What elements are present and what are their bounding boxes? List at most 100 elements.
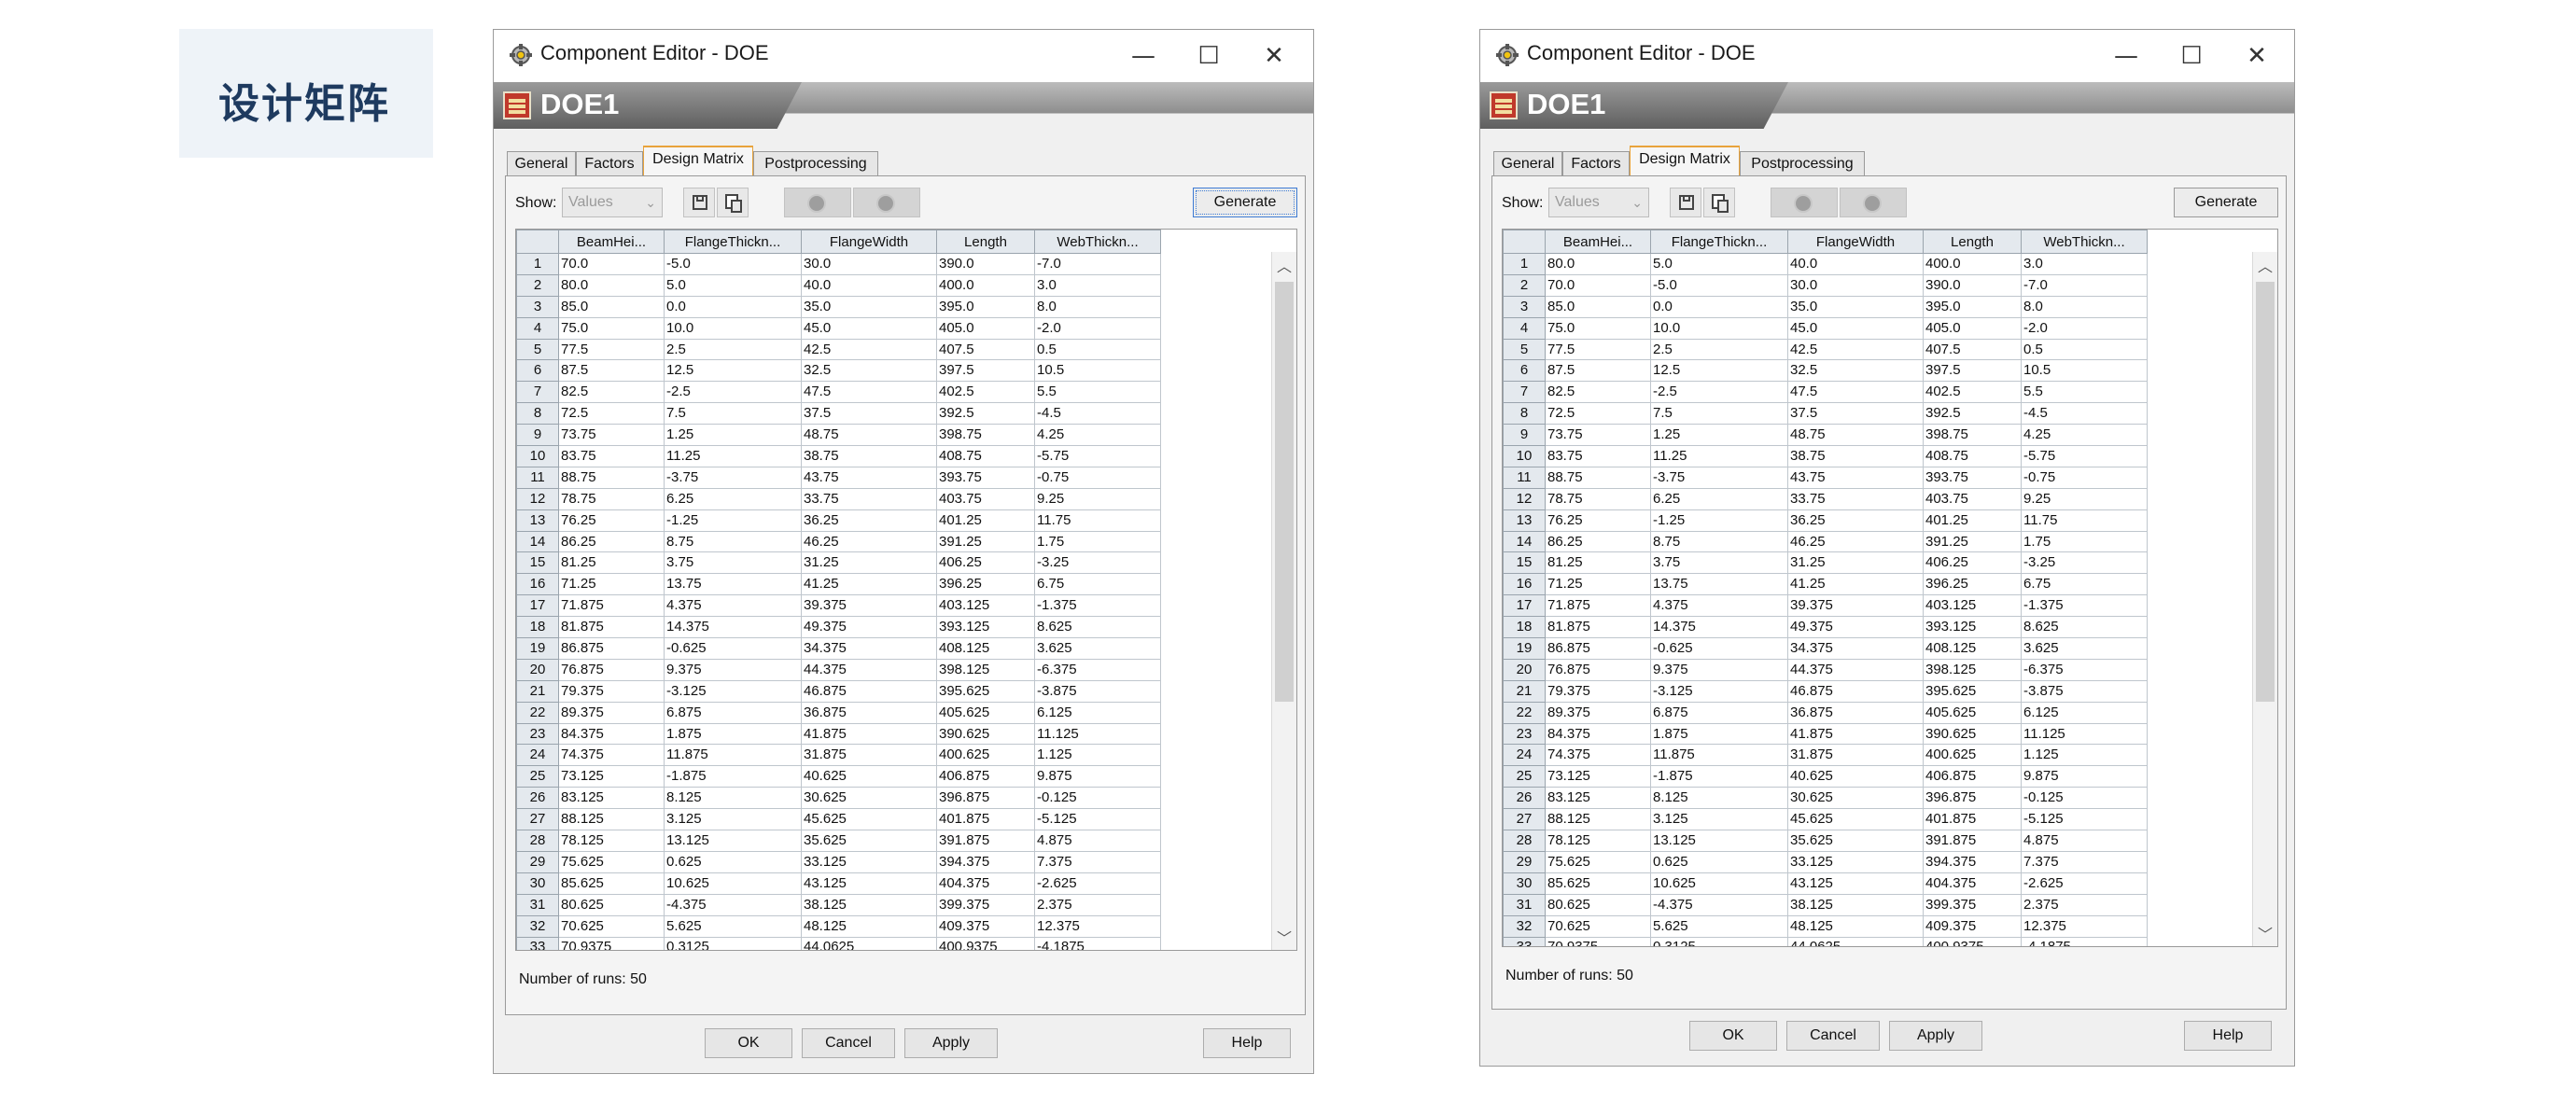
- table-cell[interactable]: 30.625: [801, 787, 937, 810]
- table-cell[interactable]: 401.875: [936, 808, 1035, 831]
- table-cell[interactable]: 5.0: [664, 273, 802, 297]
- row-number[interactable]: 2: [1503, 273, 1546, 297]
- table-cell[interactable]: 401.25: [1923, 509, 2022, 532]
- table-cell[interactable]: 0.0: [1650, 295, 1788, 318]
- table-cell[interactable]: 79.375: [558, 679, 665, 703]
- table-cell[interactable]: 41.25: [1787, 573, 1924, 596]
- table-cell[interactable]: -4.1875: [2021, 936, 2148, 946]
- copy-button[interactable]: [1703, 188, 1735, 217]
- table-cell[interactable]: -3.125: [1650, 679, 1788, 703]
- table-cell[interactable]: 80.625: [1545, 893, 1651, 916]
- scroll-thumb[interactable]: [2256, 282, 2275, 702]
- table-cell[interactable]: 13.75: [1650, 573, 1788, 596]
- table-cell[interactable]: 33.125: [1787, 850, 1924, 873]
- row-number[interactable]: 6: [516, 359, 559, 383]
- table-cell[interactable]: 3.0: [1034, 273, 1161, 297]
- scroll-down-icon[interactable]: ﹀: [1272, 926, 1296, 948]
- table-row[interactable]: 4 75.0 10.0 45.0 405.0 -2.0: [516, 316, 1161, 340]
- table-cell[interactable]: 1.25: [664, 424, 802, 447]
- table-cell[interactable]: -4.375: [1650, 893, 1788, 916]
- table-cell[interactable]: 75.0: [558, 316, 665, 340]
- table-cell[interactable]: 71.25: [558, 573, 665, 596]
- table-cell[interactable]: 35.0: [1787, 295, 1924, 318]
- table-row[interactable]: 2 70.0 -5.0 30.0 390.0 -7.0: [1503, 273, 2148, 297]
- table-cell[interactable]: 75.625: [558, 850, 665, 873]
- table-cell[interactable]: 0.625: [1650, 850, 1788, 873]
- tab-factors[interactable]: Factors: [576, 151, 643, 175]
- table-cell[interactable]: 37.5: [1787, 402, 1924, 425]
- table-cell[interactable]: -0.125: [2021, 787, 2148, 810]
- table-cell[interactable]: 390.625: [1923, 722, 2022, 746]
- table-cell[interactable]: 31.875: [1787, 744, 1924, 767]
- table-cell[interactable]: 75.625: [1545, 850, 1651, 873]
- table-cell[interactable]: 406.875: [936, 765, 1035, 788]
- table-cell[interactable]: 30.625: [1787, 787, 1924, 810]
- table-row[interactable]: 12 78.75 6.25 33.75 403.75 9.25: [1503, 487, 2148, 510]
- table-cell[interactable]: -6.375: [1034, 658, 1161, 681]
- table-cell[interactable]: 81.875: [1545, 616, 1651, 639]
- table-row[interactable]: 13 76.25 -1.25 36.25 401.25 11.75: [1503, 509, 2148, 532]
- table-cell[interactable]: 6.75: [2021, 573, 2148, 596]
- table-row[interactable]: 7 82.5 -2.5 47.5 402.5 5.5: [1503, 381, 2148, 404]
- table-cell[interactable]: -5.0: [1650, 273, 1788, 297]
- table-cell[interactable]: 8.125: [1650, 787, 1788, 810]
- table-cell[interactable]: 12.5: [664, 359, 802, 383]
- table-cell[interactable]: 4.25: [2021, 424, 2148, 447]
- table-cell[interactable]: 77.5: [1545, 338, 1651, 361]
- column-header[interactable]: BeamHei...: [558, 230, 665, 254]
- table-cell[interactable]: -1.875: [664, 765, 802, 788]
- table-cell[interactable]: 2.375: [1034, 893, 1161, 916]
- table-cell[interactable]: 7.375: [2021, 850, 2148, 873]
- table-row[interactable]: 5 77.5 2.5 42.5 407.5 0.5: [516, 338, 1161, 361]
- table-cell[interactable]: 396.25: [936, 573, 1035, 596]
- minimize-button[interactable]: —: [1125, 37, 1162, 75]
- row-number[interactable]: 32: [516, 914, 559, 938]
- title-bar[interactable]: Component Editor - DOE — ☐ ✕: [494, 30, 1313, 82]
- table-cell[interactable]: 32.5: [801, 359, 937, 383]
- row-number[interactable]: 29: [516, 850, 559, 873]
- table-cell[interactable]: 40.0: [1787, 253, 1924, 275]
- table-cell[interactable]: 76.25: [558, 509, 665, 532]
- help-button[interactable]: Help: [1203, 1028, 1291, 1058]
- row-number[interactable]: 4: [516, 316, 559, 340]
- table-cell[interactable]: 86.25: [558, 530, 665, 553]
- table-row[interactable]: 18 81.875 14.375 49.375 393.125 8.625: [516, 616, 1161, 639]
- table-row[interactable]: 32 70.625 5.625 48.125 409.375 12.375: [516, 914, 1161, 938]
- table-cell[interactable]: 4.375: [664, 594, 802, 618]
- table-cell[interactable]: 41.25: [801, 573, 937, 596]
- show-select[interactable]: Values ⌄: [562, 188, 663, 217]
- table-cell[interactable]: 40.625: [801, 765, 937, 788]
- column-header[interactable]: FlangeWidth: [801, 230, 937, 254]
- table-cell[interactable]: 85.0: [558, 295, 665, 318]
- table-cell[interactable]: -5.125: [1034, 808, 1161, 831]
- table-cell[interactable]: 405.625: [936, 701, 1035, 724]
- show-select[interactable]: Values ⌄: [1548, 188, 1649, 217]
- table-cell[interactable]: 81.25: [558, 551, 665, 575]
- row-number[interactable]: 9: [1503, 424, 1546, 447]
- table-cell[interactable]: 4.875: [2021, 830, 2148, 852]
- table-cell[interactable]: 6.125: [2021, 701, 2148, 724]
- row-number[interactable]: 30: [516, 872, 559, 895]
- table-cell[interactable]: 82.5: [1545, 381, 1651, 404]
- table-row[interactable]: 7 82.5 -2.5 47.5 402.5 5.5: [516, 381, 1161, 404]
- tab-general[interactable]: General: [1493, 151, 1562, 175]
- table-cell[interactable]: 45.0: [801, 316, 937, 340]
- table-cell[interactable]: -0.625: [664, 637, 802, 660]
- table-row[interactable]: 17 71.875 4.375 39.375 403.125 -1.375: [516, 594, 1161, 618]
- table-cell[interactable]: 38.125: [1787, 893, 1924, 916]
- row-number[interactable]: 12: [1503, 487, 1546, 510]
- table-cell[interactable]: 38.125: [801, 893, 937, 916]
- table-cell[interactable]: 76.875: [1545, 658, 1651, 681]
- table-cell[interactable]: -0.625: [1650, 637, 1788, 660]
- table-cell[interactable]: 78.75: [558, 487, 665, 510]
- row-number[interactable]: 19: [516, 637, 559, 660]
- table-cell[interactable]: 6.25: [664, 487, 802, 510]
- table-row[interactable]: 3 85.0 0.0 35.0 395.0 8.0: [1503, 295, 2148, 318]
- table-cell[interactable]: 9.25: [1034, 487, 1161, 510]
- table-cell[interactable]: 40.625: [1787, 765, 1924, 788]
- table-row[interactable]: 29 75.625 0.625 33.125 394.375 7.375: [1503, 850, 2148, 873]
- table-cell[interactable]: -3.875: [1034, 679, 1161, 703]
- table-row[interactable]: 8 72.5 7.5 37.5 392.5 -4.5: [1503, 402, 2148, 425]
- table-cell[interactable]: 11.125: [1034, 722, 1161, 746]
- row-number[interactable]: 26: [516, 787, 559, 810]
